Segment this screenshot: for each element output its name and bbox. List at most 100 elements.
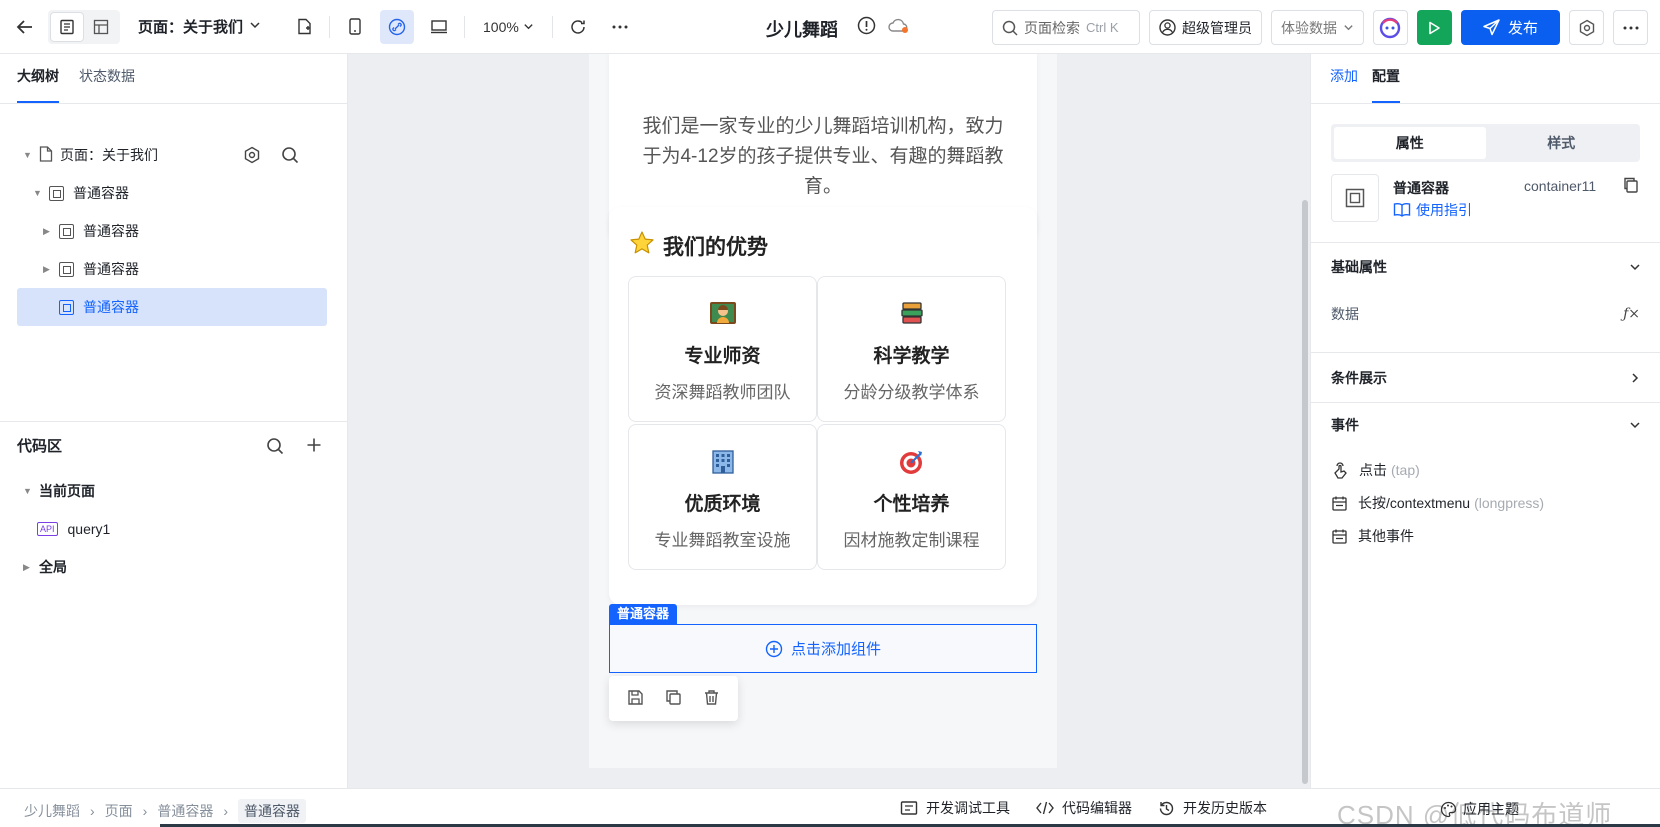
- code-group-global[interactable]: ▶ 全局: [17, 548, 331, 586]
- page-selector[interactable]: 页面：关于我们: [138, 16, 261, 37]
- breadcrumb-item-current[interactable]: 普通容器: [238, 799, 307, 823]
- run-button[interactable]: [1416, 10, 1452, 45]
- caret-right-icon[interactable]: ▶: [43, 226, 53, 237]
- zoom-selector[interactable]: 100%: [473, 10, 544, 44]
- tree-node-container-3[interactable]: 普通容器: [17, 288, 327, 326]
- save-icon[interactable]: [627, 689, 644, 709]
- breadcrumb-item[interactable]: 少儿舞蹈: [24, 801, 80, 821]
- debug-tools-label: 开发调试工具: [926, 800, 1010, 816]
- event-longpress[interactable]: 长按/contextmenu (longpress): [1331, 493, 1544, 513]
- add-icon[interactable]: [306, 437, 322, 457]
- more-icon: [1623, 26, 1638, 29]
- code-editor-button[interactable]: 代码编辑器: [1036, 798, 1132, 818]
- canvas-scrollbar[interactable]: [1302, 200, 1308, 784]
- intro-text: 我们是一家专业的少儿舞蹈培训机构，致力于为4-12岁的孩子提供专业、有趣的舞蹈教…: [642, 116, 1004, 197]
- advantages-card[interactable]: 我们的优势 专业师资 资深舞蹈教师团队 科学教学 分龄分级教学体系 优质环境 专…: [609, 207, 1037, 605]
- ai-assistant-button[interactable]: [1372, 10, 1408, 45]
- chevron-down-icon: [1630, 263, 1640, 270]
- code-group-current-page[interactable]: ▼ 当前页面: [17, 472, 331, 510]
- tree-node-label: 页面：关于我们: [60, 147, 158, 163]
- layout-view-icon[interactable]: [84, 12, 118, 42]
- caret-down-icon[interactable]: ▼: [23, 486, 33, 496]
- basic-props-section[interactable]: 基础属性: [1311, 242, 1660, 290]
- search-icon[interactable]: [281, 146, 299, 167]
- settings-button[interactable]: [1569, 10, 1604, 45]
- feature-card-teaching[interactable]: 科学教学 分龄分级教学体系: [817, 276, 1006, 422]
- info-icon[interactable]: [857, 16, 876, 38]
- delete-icon[interactable]: [703, 689, 720, 709]
- design-canvas[interactable]: 我们是一家专业的少儿舞蹈培训机构，致力于为4-12岁的孩子提供专业、有趣的舞蹈教…: [348, 54, 1310, 788]
- mobile-preview: 我们是一家专业的少儿舞蹈培训机构，致力于为4-12岁的孩子提供专业、有趣的舞蹈教…: [589, 54, 1057, 768]
- data-mode-label: 体验数据: [1280, 19, 1337, 36]
- tree-node-root-container[interactable]: ▼ 普通容器: [17, 174, 331, 212]
- events-section[interactable]: 事件: [1311, 402, 1660, 446]
- back-arrow-icon[interactable]: [8, 10, 42, 44]
- code-editor-label: 代码编辑器: [1062, 800, 1132, 816]
- add-component-label: 点击添加组件: [790, 641, 881, 658]
- caret-down-icon[interactable]: ▼: [33, 188, 43, 198]
- mobile-device-icon[interactable]: [338, 10, 372, 44]
- data-row: 数据 ƒ×: [1331, 302, 1640, 326]
- tab-state-data[interactable]: 状态数据: [79, 66, 135, 103]
- feature-card-environment[interactable]: 优质环境 专业舞蹈教室设施: [628, 424, 817, 570]
- app-theme-button[interactable]: 应用主题: [1440, 799, 1519, 819]
- copy-id-icon[interactable]: [1623, 177, 1639, 197]
- refresh-icon[interactable]: [561, 10, 595, 44]
- page-view-icon[interactable]: [50, 11, 84, 42]
- feature-card-teachers[interactable]: 专业师资 资深舞蹈教师团队: [628, 276, 817, 422]
- add-page-icon[interactable]: [287, 10, 321, 44]
- data-mode-select[interactable]: 体验数据: [1270, 10, 1364, 45]
- breadcrumb-item[interactable]: 页面: [105, 801, 133, 821]
- cloud-sync-icon[interactable]: [888, 16, 910, 38]
- user-icon: [1159, 19, 1176, 36]
- view-switch: [48, 9, 120, 44]
- usage-guide-link[interactable]: 使用指引: [1393, 200, 1472, 220]
- tree-node-container-2[interactable]: ▶ 普通容器: [17, 250, 331, 288]
- container-icon: [59, 261, 74, 277]
- building-icon: [710, 449, 736, 475]
- event-tap[interactable]: 点击 (tap): [1331, 460, 1420, 480]
- data-label: 数据: [1331, 306, 1359, 322]
- user-button[interactable]: 超级管理员: [1148, 10, 1262, 45]
- teacher-icon: [709, 301, 736, 327]
- link-mode-icon[interactable]: [380, 9, 415, 44]
- code-item-query1[interactable]: API query1: [17, 510, 331, 548]
- more-icon[interactable]: [603, 10, 637, 44]
- page-search-button[interactable]: 页面检索 Ctrl K: [991, 10, 1140, 45]
- event-other[interactable]: 其他事件: [1331, 526, 1414, 546]
- history-button[interactable]: 开发历史版本: [1158, 798, 1267, 818]
- selected-container[interactable]: 点击添加组件: [609, 624, 1037, 673]
- tab-styles[interactable]: 样式: [1486, 127, 1638, 159]
- publish-label: 发布: [1507, 20, 1538, 37]
- chevron-down-icon: [249, 18, 261, 35]
- search-icon[interactable]: [266, 437, 284, 459]
- copy-icon[interactable]: [665, 689, 682, 709]
- caret-right-icon[interactable]: ▶: [23, 562, 33, 573]
- title-status: [857, 16, 910, 38]
- bottom-tools: 开发调试工具 代码编辑器 开发历史版本: [900, 798, 1267, 818]
- tab-config[interactable]: 配置: [1372, 66, 1400, 103]
- formula-icon[interactable]: ƒ×: [1623, 306, 1640, 322]
- event-name: 其他事件: [1358, 528, 1414, 544]
- tab-outline-tree[interactable]: 大纲树: [17, 66, 59, 103]
- settings-icon[interactable]: [243, 146, 261, 167]
- breadcrumb-item[interactable]: 普通容器: [157, 801, 213, 821]
- right-tabs: 添加 配置: [1311, 54, 1660, 104]
- debug-tools-button[interactable]: 开发调试工具: [900, 798, 1010, 818]
- history-icon: [1159, 801, 1174, 815]
- tree-node-page[interactable]: ▼ 页面：关于我们: [17, 136, 331, 174]
- desktop-device-icon[interactable]: [422, 10, 456, 44]
- condition-section[interactable]: 条件展示: [1311, 352, 1660, 402]
- tab-properties[interactable]: 属性: [1334, 127, 1486, 159]
- feature-card-personal[interactable]: 个性培养 因材施教定制课程: [817, 424, 1006, 570]
- caret-right-icon[interactable]: ▶: [43, 264, 53, 275]
- publish-button[interactable]: 发布: [1460, 10, 1560, 45]
- tab-add[interactable]: 添加: [1330, 66, 1358, 103]
- chevron-down-icon: [1630, 421, 1640, 428]
- right-panel: 添加 配置 属性 样式 普通容器 container11 使用指引 基础属性 数…: [1310, 54, 1660, 788]
- search-shortcut: Ctrl K: [1085, 20, 1119, 35]
- more-menu-button[interactable]: [1613, 10, 1648, 45]
- left-tabs: 大纲树 状态数据: [0, 54, 347, 104]
- caret-down-icon[interactable]: ▼: [23, 150, 33, 160]
- tree-node-container-1[interactable]: ▶ 普通容器: [17, 212, 331, 250]
